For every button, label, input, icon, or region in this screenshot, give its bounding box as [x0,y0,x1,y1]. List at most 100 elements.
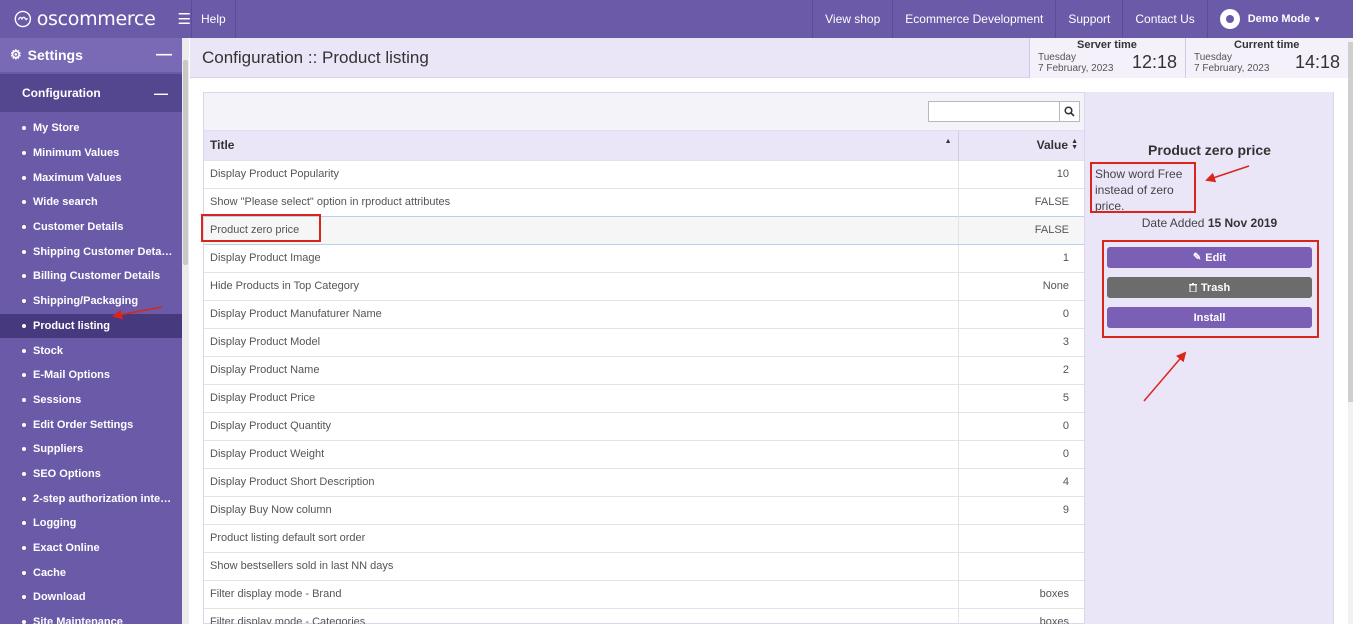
sidebar-item-label: Maximum Values [33,171,122,184]
collapse-icon[interactable]: — [154,85,168,101]
sidebar-item[interactable]: Suppliers [0,437,182,462]
sidebar-section-settings[interactable]: ⚙ Settings — [0,38,182,72]
sidebar-item[interactable]: My Store [0,116,182,141]
table-row[interactable]: Display Product Short Description 4 [204,467,1084,496]
sidebar-item-label: Edit Order Settings [33,418,134,431]
sidebar-item[interactable]: E-Mail Options [0,363,182,388]
sidebar-item-label: Product listing [33,319,110,332]
table-row[interactable]: Product listing default sort order [204,523,1084,552]
current-time-date: Tuesday 7 February, 2023 [1194,52,1270,74]
help-link[interactable]: Help [192,0,236,38]
sidebar-item[interactable]: Maximum Values [0,165,182,190]
nav-contact-us[interactable]: Contact Us [1122,0,1206,38]
sidebar-item[interactable]: Shipping Customer Details [0,239,182,264]
bullet-icon [22,447,26,452]
user-menu[interactable]: Demo Mode ▼ [1206,0,1353,38]
cell-title: Display Product Weight [204,439,959,468]
bullet-icon [22,126,26,131]
table-row[interactable]: Display Product Price 5 [204,383,1084,412]
table-row[interactable]: Display Product Popularity 10 [204,159,1084,188]
cell-title: Hide Products in Top Category [204,271,959,300]
sidebar-item[interactable]: Exact Online [0,536,182,561]
annotation-box-row [201,214,321,242]
cell-title: Show bestsellers sold in last NN days [204,551,959,580]
table-row[interactable]: Display Product Image 1 [204,243,1084,272]
annotation-box-description [1090,162,1196,213]
logo[interactable]: oscommerce ☰ [0,0,192,38]
nav-support[interactable]: Support [1055,0,1122,38]
current-time: Current time Tuesday 7 February, 2023 14:… [1185,38,1348,78]
bullet-icon [22,570,26,575]
cell-title: Display Product Price [204,383,959,412]
sidebar-item[interactable]: Shipping/Packaging [0,289,182,314]
cell-value: 2 [958,355,1084,384]
table-row[interactable]: Hide Products in Top Category None [204,271,1084,300]
sidebar-item-label: Shipping/Packaging [33,295,139,308]
bullet-icon [22,422,26,427]
sidebar-item[interactable]: Wide search [0,190,182,215]
table-row[interactable]: Filter display mode - Brand boxes [204,579,1084,608]
search-button[interactable] [1060,101,1080,122]
user-name: Demo Mode [1247,13,1311,25]
sidebar-item[interactable]: Site Maintenance [0,610,182,624]
sidebar-item[interactable]: Download [0,585,182,610]
nav-ecommerce-development[interactable]: Ecommerce Development [892,0,1055,38]
table-row[interactable]: Display Product Manufaturer Name 0 [204,299,1084,328]
cell-value: 10 [958,159,1084,188]
sidebar-scroll-thumb[interactable] [183,60,188,265]
sidebar-subsection-configuration[interactable]: Configuration — [0,74,182,112]
sidebar-item[interactable]: Sessions [0,388,182,413]
table-row[interactable]: Show bestsellers sold in last NN days [204,551,1084,580]
bullet-icon [22,521,26,526]
sidebar-item[interactable]: Billing Customer Details [0,264,182,289]
search-input[interactable] [928,101,1060,122]
collapse-icon[interactable]: — [156,46,172,64]
sidebar-item-label: E-Mail Options [33,369,110,382]
table-row[interactable]: Display Product Weight 0 [204,439,1084,468]
table-row[interactable]: Show "Please select" option in rproduct … [204,187,1084,216]
page-scroll-thumb[interactable] [1348,42,1353,402]
sidebar: ⚙ Settings — Configuration — My Store Min… [0,38,182,624]
sidebar-item-label: My Store [33,122,80,135]
table-row[interactable]: Filter display mode - Categories boxes [204,607,1084,624]
table-row[interactable]: Product zero price FALSE [204,215,1084,245]
bullet-icon [22,200,26,205]
hamburger-menu-icon[interactable]: ☰ [178,10,191,28]
table-row[interactable]: Display Product Name 2 [204,355,1084,384]
sidebar-item[interactable]: SEO Options [0,462,182,487]
info-date-added: Date Added 15 Nov 2019 [1085,216,1334,230]
column-header-value[interactable]: Value ▲ ▼ [958,131,1084,160]
top-nav: View shop Ecommerce Development Support … [812,0,1353,38]
cell-title: Display Product Short Description [204,467,959,496]
cell-value: 1 [958,243,1084,272]
table-row[interactable]: Display Product Model 3 [204,327,1084,356]
sidebar-item[interactable]: 2-step authorization interv... [0,486,182,511]
bullet-icon [22,249,26,254]
bullet-icon [22,397,26,402]
nav-view-shop[interactable]: View shop [812,0,892,38]
page-scrollbar[interactable] [1348,38,1353,624]
cell-value: 3 [958,327,1084,356]
cell-title: Display Product Popularity [204,159,959,188]
bullet-icon [22,373,26,378]
sort-asc-icon: ▲ [944,138,952,145]
sidebar-item-label: Customer Details [33,221,124,234]
sidebar-item-label: 2-step authorization interv... [33,492,173,505]
cell-title: Display Product Quantity [204,411,959,440]
sidebar-item[interactable]: Customer Details [0,215,182,240]
sidebar-item[interactable]: Edit Order Settings [0,412,182,437]
table-row[interactable]: Display Product Quantity 0 [204,411,1084,440]
sidebar-item[interactable]: Logging [0,511,182,536]
cell-value: 0 [958,299,1084,328]
oscommerce-logo-icon [14,10,32,28]
sidebar-item[interactable]: Product listing [0,313,182,339]
top-bar: oscommerce ☰ Help View shop Ecommerce De… [0,0,1353,38]
column-header-title[interactable]: Title ▲ [204,131,959,160]
sidebar-item[interactable]: Minimum Values [0,141,182,166]
table-row[interactable]: Display Buy Now column 9 [204,495,1084,524]
sidebar-item-label: Exact Online [33,542,100,555]
sidebar-item[interactable]: Stock [0,338,182,363]
cell-title: Display Buy Now column [204,495,959,524]
config-table: Title ▲ Value ▲ ▼ Display Product Popular… [204,131,1084,624]
sidebar-item[interactable]: Cache [0,560,182,585]
